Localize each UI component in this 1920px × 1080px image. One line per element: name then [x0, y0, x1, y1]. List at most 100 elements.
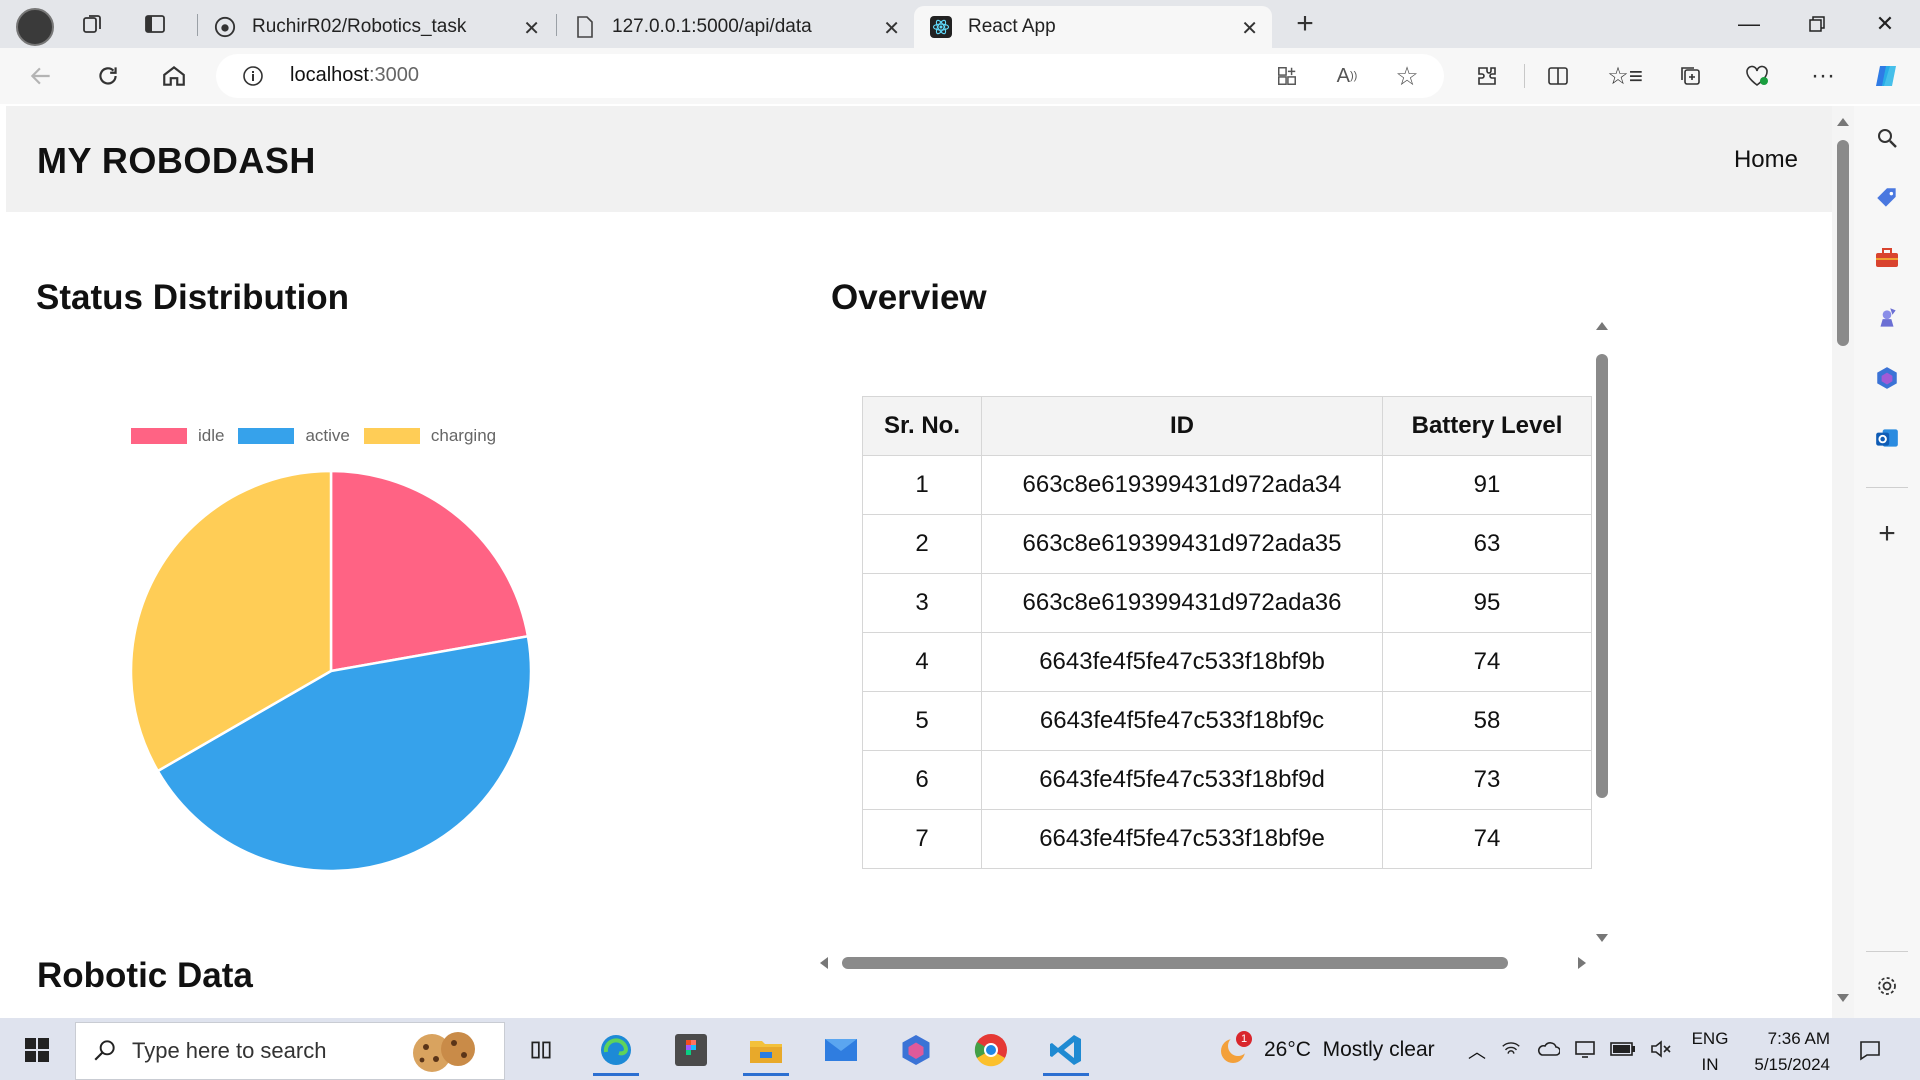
favorites-icon[interactable]: ☆≡: [1607, 59, 1643, 93]
search-icon[interactable]: [1867, 118, 1907, 158]
chrome-icon[interactable]: [962, 1024, 1020, 1076]
region-code: IN: [1701, 1055, 1719, 1074]
tab-title: RuchirR02/Robotics_task: [252, 16, 467, 37]
clock-date: 5/15/2024: [1754, 1055, 1830, 1074]
search-magnifier-icon: [92, 1037, 118, 1068]
weather-moon-icon: 1: [1218, 1031, 1252, 1067]
legend-item-charging[interactable]: charging: [363, 426, 496, 446]
microsoft-365-taskbar-icon[interactable]: [887, 1024, 945, 1076]
start-windows-icon[interactable]: [8, 1024, 66, 1076]
close-tab-icon[interactable]: ✕: [1241, 16, 1258, 41]
table-row: 5 6643fe4f5fe47c533f18bf9c 58: [862, 691, 1592, 751]
table-horizontal-scroll-thumb[interactable]: [842, 957, 1508, 969]
edge-taskbar-icon[interactable]: [587, 1024, 645, 1076]
app-header: MY ROBODASH Home: [6, 106, 1832, 212]
shopping-tag-icon[interactable]: [1867, 178, 1907, 218]
games-icon[interactable]: [1867, 298, 1907, 338]
tab-actions-icon[interactable]: [138, 7, 172, 41]
favorite-star-icon[interactable]: ☆: [1390, 59, 1424, 93]
battery-icon[interactable]: [1610, 1041, 1636, 1062]
legend-item-idle[interactable]: idle: [131, 426, 224, 446]
tab-github[interactable]: RuchirR02/Robotics_task ✕: [198, 6, 554, 48]
tab-api-data[interactable]: 127.0.0.1:5000/api/data ✕: [558, 6, 914, 48]
back-icon[interactable]: [24, 59, 58, 93]
add-sidebar-app-icon[interactable]: +: [1867, 514, 1907, 554]
site-info-icon[interactable]: [236, 59, 270, 93]
notifications-icon[interactable]: [1842, 1024, 1898, 1076]
page-viewport: MY ROBODASH Home Status Distribution Ove…: [6, 106, 1832, 1018]
cell-id: 6643fe4f5fe47c533f18bf9c: [981, 691, 1383, 751]
cell-id: 6643fe4f5fe47c533f18bf9d: [981, 750, 1383, 810]
restore-icon[interactable]: [1782, 0, 1852, 48]
minimize-icon[interactable]: —: [1714, 0, 1784, 48]
scroll-down-arrow-icon[interactable]: [1596, 934, 1608, 942]
url-port: :3000: [368, 64, 419, 86]
col-header-battery[interactable]: Battery Level: [1382, 396, 1592, 456]
tools-icon[interactable]: [1867, 238, 1907, 278]
outlook-icon[interactable]: [1867, 418, 1907, 458]
home-icon[interactable]: [157, 59, 191, 93]
nav-home-link[interactable]: Home: [1734, 146, 1798, 174]
new-tab-icon[interactable]: +: [1288, 7, 1322, 41]
weather-widget[interactable]: 1 26°C Mostly clear: [1218, 1030, 1435, 1070]
cell-sr-no: 6: [862, 750, 982, 810]
page-scroll-thumb[interactable]: [1837, 140, 1849, 346]
sidebar-divider: [1866, 487, 1908, 488]
close-tab-icon[interactable]: ✕: [523, 16, 540, 41]
extensions-icon[interactable]: [1470, 59, 1504, 93]
copilot-icon[interactable]: [1870, 59, 1904, 93]
clock[interactable]: 7:36 AM 5/15/2024: [1742, 1026, 1830, 1078]
close-window-icon[interactable]: ✕: [1850, 0, 1920, 48]
sidebar-settings-icon[interactable]: [1867, 966, 1907, 1006]
legend-item-active[interactable]: active: [238, 426, 350, 446]
scroll-right-arrow-icon[interactable]: [1578, 957, 1586, 969]
vscode-icon[interactable]: [1037, 1024, 1095, 1076]
overview-table-container: Sr. No. ID Battery Level 1 663c8e61939943…: [862, 396, 1592, 953]
address-bar[interactable]: localhost:3000 A)) ☆: [216, 54, 1444, 98]
table-vertical-scroll-thumb[interactable]: [1596, 354, 1608, 798]
wifi-icon[interactable]: [1500, 1038, 1522, 1065]
page-vertical-scrollbar[interactable]: [1832, 106, 1854, 1018]
overview-table: Sr. No. ID Battery Level 1 663c8e61939943…: [862, 396, 1592, 869]
tab-separator: [556, 14, 557, 36]
collections-icon[interactable]: [1674, 59, 1708, 93]
scroll-left-arrow-icon[interactable]: [820, 957, 828, 969]
volume-muted-icon[interactable]: [1650, 1039, 1672, 1064]
more-options-icon[interactable]: ···: [1806, 59, 1840, 93]
display-icon[interactable]: [1574, 1039, 1596, 1064]
language-indicator[interactable]: ENG IN: [1690, 1026, 1730, 1078]
microsoft-365-icon[interactable]: [1867, 358, 1907, 398]
table-row: 1 663c8e619399431d972ada34 91: [862, 455, 1592, 515]
page-scroll-down-icon[interactable]: [1837, 994, 1849, 1002]
close-tab-icon[interactable]: ✕: [883, 16, 900, 41]
status-pie-chart: [129, 469, 533, 873]
table-vertical-scrollbar[interactable]: [1592, 322, 1612, 952]
tab-title: 127.0.0.1:5000/api/data: [612, 16, 812, 37]
taskbar-search-box[interactable]: Type here to search: [75, 1022, 505, 1080]
page-scroll-up-icon[interactable]: [1837, 118, 1849, 126]
profile-avatar[interactable]: [16, 8, 54, 46]
task-view-icon[interactable]: [512, 1024, 570, 1076]
scroll-up-arrow-icon[interactable]: [1596, 322, 1608, 330]
workspaces-icon[interactable]: [76, 7, 110, 41]
language-code: ENG: [1691, 1029, 1729, 1048]
read-aloud-icon[interactable]: A)): [1330, 59, 1364, 93]
show-hidden-icons-chevron-up-icon[interactable]: ︿: [1468, 1038, 1486, 1064]
figma-taskbar-icon[interactable]: [662, 1024, 720, 1076]
brand-title[interactable]: MY ROBODASH: [37, 140, 316, 182]
browser-essentials-icon[interactable]: [1740, 59, 1774, 93]
url-host: localhost: [290, 64, 369, 86]
col-header-sr-no[interactable]: Sr. No.: [862, 396, 982, 456]
col-header-id[interactable]: ID: [981, 396, 1383, 456]
overview-title: Overview: [831, 278, 987, 317]
onedrive-icon[interactable]: [1536, 1039, 1561, 1064]
split-screen-icon[interactable]: [1541, 59, 1575, 93]
tab-react-app[interactable]: React App ✕: [914, 6, 1272, 48]
mail-icon[interactable]: [812, 1024, 870, 1076]
refresh-icon[interactable]: [91, 59, 125, 93]
github-icon: [214, 16, 236, 38]
table-horizontal-scrollbar[interactable]: [810, 952, 1614, 974]
table-header-row: Sr. No. ID Battery Level: [862, 396, 1592, 456]
app-available-icon[interactable]: [1270, 59, 1304, 93]
file-explorer-icon[interactable]: [737, 1024, 795, 1076]
